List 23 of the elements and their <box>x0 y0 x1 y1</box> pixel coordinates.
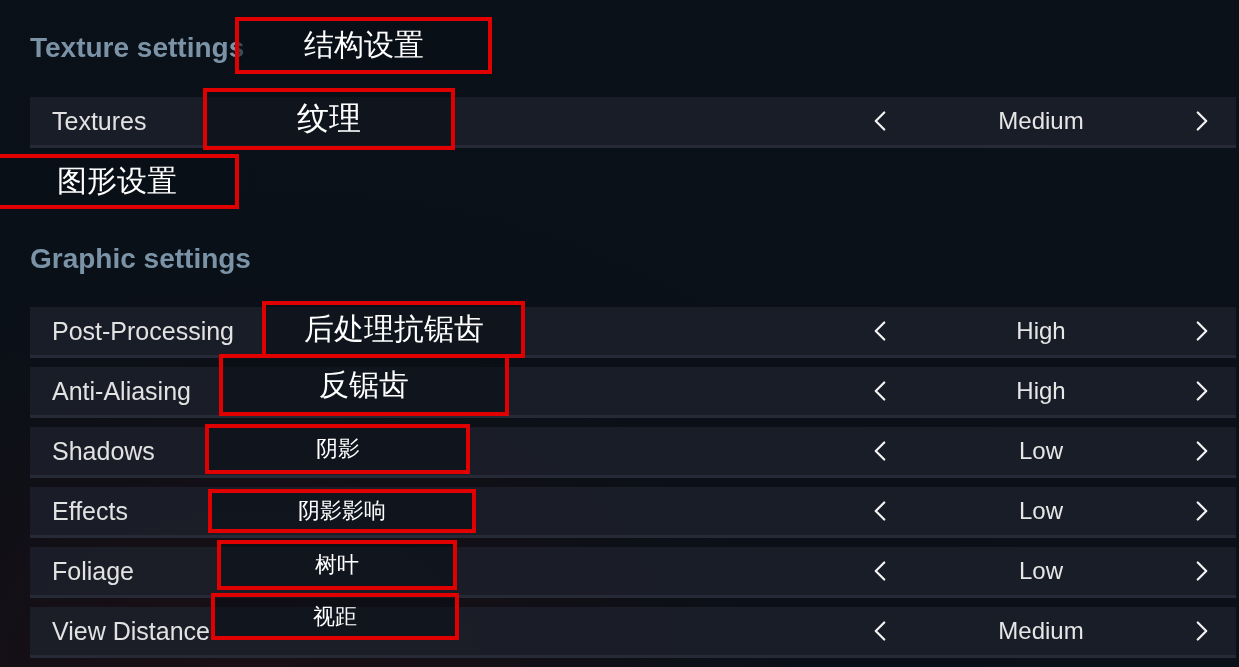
section-heading: Graphic settings <box>30 242 251 276</box>
setting-label: Effects <box>52 496 128 526</box>
annotation-label: 后处理抗锯齿 <box>262 301 525 358</box>
setting-label: View Distance <box>52 616 210 646</box>
setting-value: High <box>1015 377 1067 405</box>
setting-value: Low <box>1018 497 1064 525</box>
setting-value: Medium <box>997 617 1085 645</box>
annotation-label: 阴影 <box>205 424 470 474</box>
annotation-label: 树叶 <box>217 540 457 590</box>
setting-label: Post-Processing <box>52 316 235 346</box>
annotation-label: 图形设置 <box>0 154 239 209</box>
setting-label: Foliage <box>52 556 134 586</box>
setting-value: Low <box>1018 557 1064 585</box>
setting-label: Shadows <box>52 436 155 466</box>
annotation-label: 纹理 <box>203 88 455 150</box>
setting-label: Textures <box>52 106 147 136</box>
setting-value: Medium <box>997 107 1085 135</box>
annotation-label: 反锯齿 <box>219 354 509 416</box>
setting-label: Anti-Aliasing <box>52 376 191 406</box>
annotation-label: 视距 <box>211 593 459 640</box>
setting-value: Low <box>1018 437 1064 465</box>
annotation-label: 阴影影响 <box>208 489 476 533</box>
setting-value: High <box>1015 317 1067 345</box>
